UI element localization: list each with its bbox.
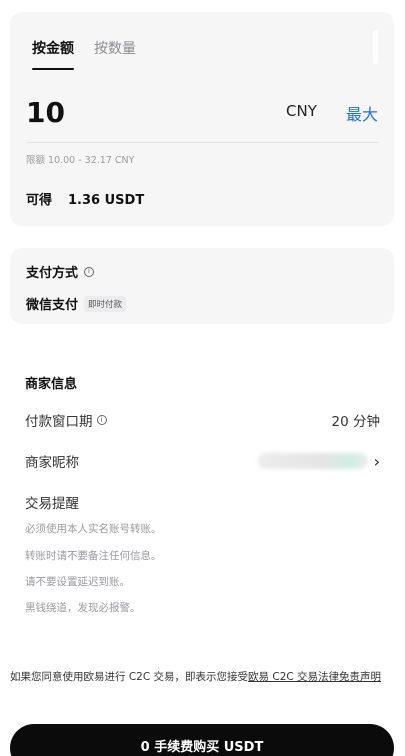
payment-window-row: 付款窗口期 i 20 分钟 bbox=[25, 410, 380, 430]
chevron-right-icon[interactable]: › bbox=[374, 452, 380, 471]
reminder-item: 黑钱绕道，发现必报警。 bbox=[25, 602, 141, 614]
agreement-prefix: 如果您同意使用欧易进行 C2C 交易，即表示您接受 bbox=[10, 671, 249, 683]
receive-label: 可得 bbox=[26, 193, 53, 208]
tab-by-quantity[interactable]: 按数量 bbox=[94, 38, 136, 70]
payment-method-title: 支付方式 i bbox=[26, 262, 95, 281]
payment-method-name: 微信支付 bbox=[26, 298, 79, 313]
blurred-nickname bbox=[257, 453, 368, 469]
reminder-item: 转账时请不要备注任何信息。 bbox=[25, 550, 162, 562]
payment-title-label: 支付方式 bbox=[26, 266, 79, 281]
max-button[interactable]: 最大 bbox=[346, 101, 378, 125]
receive-row: 可得 1.36 USDT bbox=[26, 189, 144, 208]
merchant-nickname-value[interactable]: › bbox=[257, 452, 380, 471]
limit-text: 限额 10.00 - 32.17 CNY bbox=[26, 155, 135, 166]
buy-usdt-button[interactable]: 0 手续费购买 USDT bbox=[10, 724, 394, 756]
reminder-item: 请不要设置延迟到账。 bbox=[25, 576, 130, 588]
instant-pay-badge: 即时付款 bbox=[84, 295, 127, 312]
amount-mode-tabs: 按金额 按数量 bbox=[32, 38, 136, 70]
payment-method-row[interactable]: 微信支付 即时付款 bbox=[26, 294, 127, 313]
reminder-item: 必须使用本人实名账号转账。 bbox=[25, 523, 162, 535]
info-icon[interactable]: i bbox=[84, 266, 95, 277]
payment-method-card[interactable]: 支付方式 i 微信支付 即时付款 bbox=[10, 248, 394, 324]
disclaimer-link[interactable]: 欧易 C2C 交易法律免责声明 bbox=[248, 671, 381, 683]
payment-window-label: 付款窗口期 bbox=[25, 414, 93, 430]
scroll-handle[interactable] bbox=[373, 30, 378, 64]
receive-value: 1.36 USDT bbox=[68, 193, 145, 208]
amount-input[interactable] bbox=[26, 96, 246, 129]
amount-card: 按金额 按数量 CNY 最大 限额 10.00 - 32.17 CNY 可得 1.… bbox=[10, 12, 394, 226]
payment-window-label-group: 付款窗口期 i bbox=[25, 410, 107, 430]
merchant-info-title: 商家信息 bbox=[25, 377, 78, 392]
tab-by-amount[interactable]: 按金额 bbox=[32, 38, 74, 70]
trade-reminder-title: 交易提醒 bbox=[25, 496, 79, 512]
currency-label: CNY bbox=[286, 102, 317, 120]
merchant-nickname-label: 商家昵称 bbox=[25, 455, 79, 471]
divider bbox=[26, 142, 378, 143]
agreement-text: 如果您同意使用欧易进行 C2C 交易，即表示您接受欧易 C2C 交易法律免责声明 bbox=[10, 667, 396, 687]
payment-window-value: 20 分钟 bbox=[331, 414, 380, 430]
merchant-nickname-row[interactable]: 商家昵称 › bbox=[25, 451, 380, 472]
info-icon[interactable]: i bbox=[96, 415, 107, 425]
